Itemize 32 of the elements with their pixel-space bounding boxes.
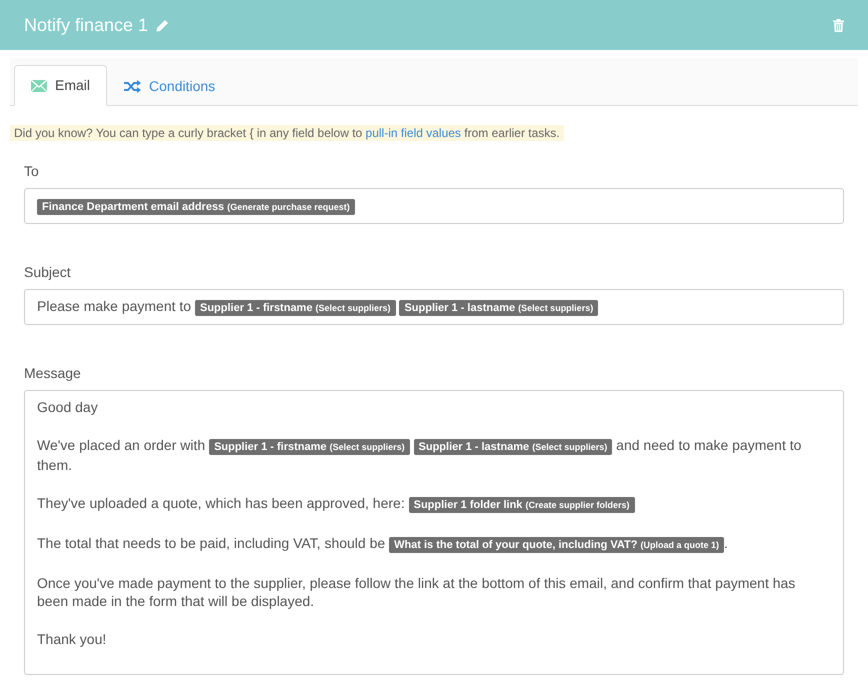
message-text: They've uploaded a quote, which has been approved, here: [37,495,405,511]
field-label: To [24,162,40,181]
pull-in-link[interactable]: pull-in field values [366,126,461,140]
pencil-icon[interactable] [156,18,170,32]
shuffle-icon [124,80,142,92]
tab[interactable]: Conditions [107,65,232,106]
field-label: Subject [24,263,72,282]
message-text: We've placed an order with [37,437,206,453]
message-text: and need to make payment to [616,437,802,453]
field-value-tag: Supplier 1 - firstname (Select suppliers) [209,439,410,455]
tab[interactable]: Email [14,65,108,106]
message-text: Once you've made payment to the supplier, please follow the link at the bottom of this email, and confirm that payment has been made in the form that will be displayed. [37,575,796,609]
envelope-icon [31,80,47,92]
subject-field[interactable]: Please make payment to Supplier 1 - firstname (Select suppliers) Supplier 1 - lastname (Select suppliers) [24,289,844,325]
tip-text: Did you know? You can type a curly bracket { in any field below to pull-in field values from earlier tasks. [10,125,564,141]
field-value-tag: Supplier 1 - lastname (Select suppliers) [414,439,612,455]
field-value-tag: Finance Department email address (Generate purchase request) [37,199,355,215]
field-label: Message [24,364,82,383]
message-text: . [724,535,728,551]
message-text: Please make payment to [37,298,192,314]
trash-icon[interactable] [833,18,844,32]
message-text: Good day [37,399,98,415]
field-value-tag: Supplier 1 folder link (Create supplier folders) [408,497,634,513]
field-value-tag: Supplier 1 - firstname (Select suppliers) [194,300,396,316]
task-title: Notify finance 1 [24,14,148,37]
message-field[interactable] [24,390,844,675]
field-value-tag: What is the total of your quote, including VAT? (Upload a quote 1) [389,537,724,553]
message-text: The total that needs to be paid, including VAT, should be [37,535,386,551]
message-text: Thank you! [37,631,106,647]
field-value-tag: Supplier 1 - lastname (Select suppliers) [399,300,598,316]
message-text: them. [37,457,72,473]
to-field[interactable]: Finance Department email address (Generate purchase request) [24,188,844,224]
